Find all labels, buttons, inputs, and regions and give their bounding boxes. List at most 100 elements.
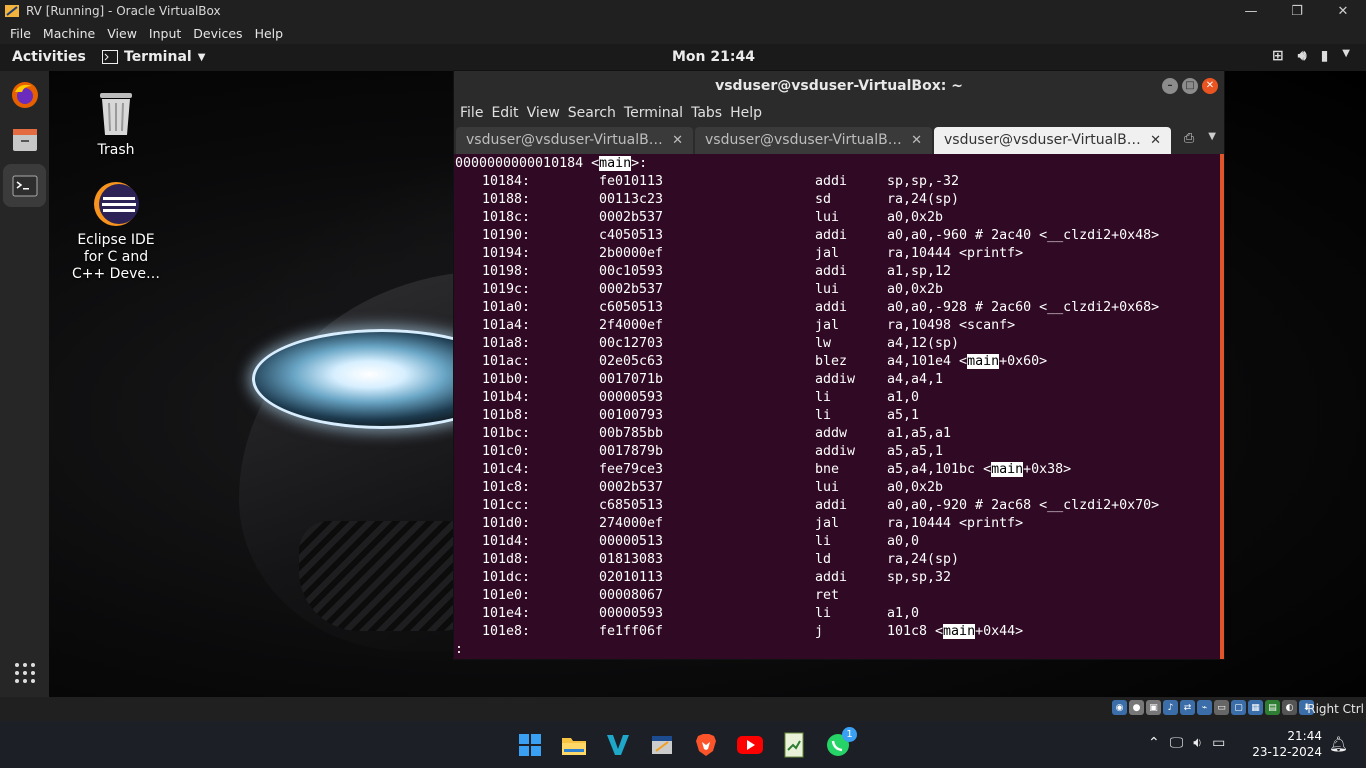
terminal-output[interactable]: 0000000000010184 <main>: 10184: fe010113 ad… (454, 154, 1220, 659)
system-tray[interactable]: ⊞ 🔊︎ ▮ ▼ (1272, 48, 1350, 64)
display-monitor-icon[interactable]: 🖵 (1170, 735, 1184, 751)
terminal-menu-view[interactable]: View (523, 105, 564, 121)
tabs-menu-chevron-down-icon[interactable]: ▼ (1208, 131, 1216, 146)
disassembly-addr: 1019c: (482, 282, 531, 297)
floppy-icon[interactable]: ▣ (1146, 700, 1161, 715)
terminal-menu-search[interactable]: Search (564, 105, 620, 121)
app-grid-icon (14, 662, 35, 683)
disassembly-line: 101ac: 02e05c63 blez a4,101e4 <main+0x60> (455, 353, 1215, 371)
show-applications-button[interactable] (3, 651, 46, 694)
disassembly-hex: 2f4000ef (599, 318, 664, 333)
audio-icon[interactable]: ♪ (1163, 700, 1178, 715)
menu-file[interactable]: File (4, 26, 37, 41)
terminal-menu-tabs[interactable]: Tabs (687, 105, 726, 121)
ubuntu-dock (0, 71, 49, 697)
menu-input[interactable]: Input (143, 26, 187, 41)
disassembly-line: 10188: 00113c23 sd ra,24(sp) (455, 191, 1215, 209)
show-hidden-icons-chevron-up-icon[interactable]: ⌃ (1148, 735, 1160, 751)
terminal-menu-help[interactable]: Help (726, 105, 766, 121)
menu-view[interactable]: View (101, 26, 143, 41)
gnome-top-bar: Activities Terminal ▼ Mon 21:44 ⊞ 🔊︎ ▮ ▼ (0, 44, 1366, 71)
terminal-scrollbar[interactable] (1220, 154, 1224, 659)
chevron-down-icon: ▼ (197, 51, 206, 63)
disassembly-addr: 10190: (482, 228, 531, 243)
close-button[interactable]: ✕ (1320, 0, 1366, 22)
taskbar-clock[interactable]: 21:44 23-12-2024 (1252, 728, 1322, 760)
tab-label: vsduser@vsduser-VirtualB… (705, 132, 902, 148)
usb-icon[interactable]: ⌁ (1197, 700, 1212, 715)
disassembly-addr: 101b4: (482, 390, 531, 405)
terminal-maximize-icon[interactable]: □ (1182, 78, 1198, 94)
shared-folder-icon[interactable]: ▭ (1214, 700, 1229, 715)
taskbar-system-tray[interactable]: ⌃ 🖵 🔉︎ ▭ (1148, 735, 1225, 751)
disassembly-hex: fe010113 (599, 174, 664, 189)
minimize-button[interactable]: — (1228, 0, 1274, 22)
terminal-close-icon[interactable]: ✕ (1202, 78, 1218, 94)
disassembly-args: a0,a0,-928 # 2ac60 <__clzdi2+0x68> (887, 300, 1160, 315)
disassembly-hex: 00c10593 (599, 264, 664, 279)
restore-button[interactable]: ❐ (1274, 0, 1320, 22)
terminal-icon (12, 175, 37, 196)
disassembly-hex: 2b0000ef (599, 246, 664, 261)
windows-taskbar: 1 ⌃ 🖵 🔉︎ ▭ 21:44 23-12-2024 🔔︎ (0, 721, 1366, 768)
top-bar-clock[interactable]: Mon 21:44 (672, 49, 755, 65)
tab-close-icon[interactable]: ✕ (1150, 127, 1161, 154)
desktop-icon-eclipse[interactable]: Eclipse IDE for C and C++ Deve… (71, 181, 161, 283)
taskbar-youtube[interactable] (735, 730, 765, 760)
search-highlight: main (599, 156, 632, 171)
hdd-icon[interactable]: ◉ (1112, 700, 1127, 715)
app-menu[interactable]: Terminal ▼ (102, 49, 205, 65)
optical-icon[interactable]: ● (1129, 700, 1144, 715)
new-tab-icon[interactable]: ⎙ (1184, 131, 1194, 146)
taskbar-brave[interactable] (691, 730, 721, 760)
desktop-icon-trash[interactable]: Trash (71, 89, 161, 159)
terminal-menu-edit[interactable]: Edit (487, 105, 522, 121)
network-adapter-icon[interactable]: ⇄ (1180, 700, 1195, 715)
disassembly-line: 101bc: 00b785bb addw a1,a5,a1 (455, 425, 1215, 443)
mouse-integration-icon[interactable]: ◐ (1282, 700, 1297, 715)
taskbar-vscode-like-app[interactable] (603, 730, 633, 760)
terminal-minimize-icon[interactable]: – (1162, 78, 1178, 94)
disassembly-hex: 02010113 (599, 570, 664, 585)
recording-icon[interactable]: ▦ (1248, 700, 1263, 715)
windows-start-icon (519, 734, 541, 756)
speaker-icon[interactable]: 🔉︎ (1193, 735, 1202, 751)
tab-close-icon[interactable]: ✕ (911, 127, 922, 154)
terminal-menu-file[interactable]: File (456, 105, 487, 121)
notification-bell-icon[interactable]: 🔔︎ (1329, 735, 1348, 753)
disassembly-args: a0,0x2b (887, 480, 944, 495)
terminal-menu-terminal[interactable]: Terminal (620, 105, 687, 121)
terminal-tab-3[interactable]: vsduser@vsduser-VirtualB… ✕ (934, 127, 1171, 154)
files-icon (12, 128, 37, 151)
pager-prompt[interactable]: : (455, 641, 463, 659)
display-icon[interactable]: ▢ (1231, 700, 1246, 715)
tab-close-icon[interactable]: ✕ (672, 127, 683, 154)
menu-help[interactable]: Help (249, 26, 290, 41)
search-highlight: main (943, 624, 976, 639)
battery-taskbar-icon[interactable]: ▭ (1212, 735, 1225, 751)
disassembly-hex: 0002b537 (599, 210, 664, 225)
disassembly-line: 10198: 00c10593 addi a1,sp,12 (455, 263, 1215, 281)
menu-devices[interactable]: Devices (187, 26, 248, 41)
terminal-window: vsduser@vsduser-VirtualBox: ~ – □ ✕ File… (454, 71, 1224, 659)
cpu-icon[interactable]: ▤ (1265, 700, 1280, 715)
dock-firefox[interactable] (3, 73, 46, 116)
disassembly-line: 101a0: c6050513 addi a0,a0,-928 # 2ac60 <__… (455, 299, 1215, 317)
dock-terminal[interactable] (3, 164, 46, 207)
taskbar-virtualbox[interactable] (647, 730, 677, 760)
disassembly-op: addi (815, 228, 848, 243)
disassembly-op: lui (815, 210, 840, 225)
taskbar-whatsapp[interactable]: 1 (823, 727, 857, 760)
terminal-titlebar[interactable]: vsduser@vsduser-VirtualBox: ~ – □ ✕ (454, 71, 1224, 101)
disassembly-line: 101a8: 00c12703 lw a4,12(sp) (455, 335, 1215, 353)
start-button[interactable] (515, 730, 545, 760)
disassembly-op: li (815, 606, 832, 621)
taskbar-notes-app[interactable] (779, 730, 809, 760)
terminal-tab-1[interactable]: vsduser@vsduser-VirtualB… ✕ (456, 127, 693, 154)
firefox-icon (11, 81, 38, 108)
activities-button[interactable]: Activities (12, 49, 86, 65)
menu-machine[interactable]: Machine (37, 26, 101, 41)
taskbar-file-explorer[interactable] (559, 730, 589, 760)
terminal-tab-2[interactable]: vsduser@vsduser-VirtualB… ✕ (695, 127, 932, 154)
dock-files[interactable] (3, 118, 46, 161)
